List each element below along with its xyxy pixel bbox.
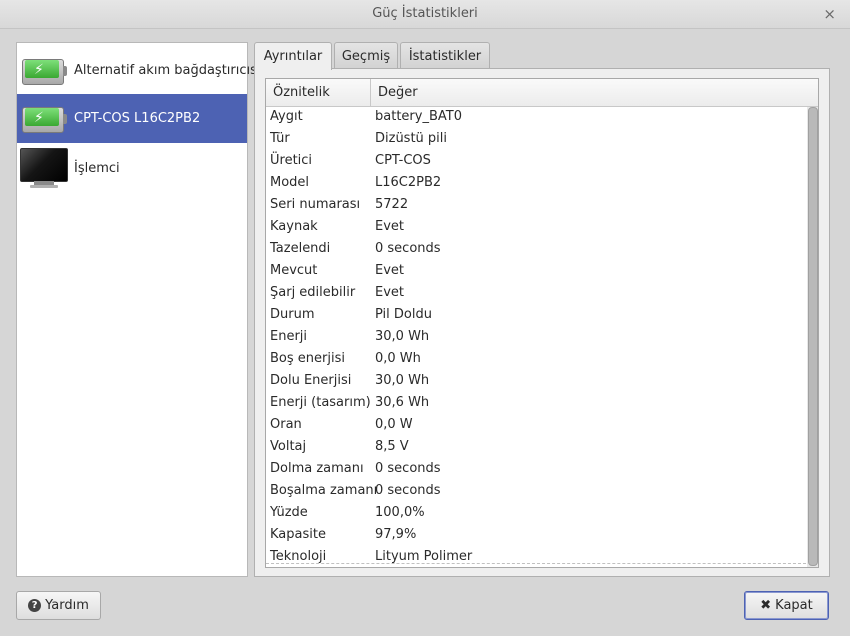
help-button[interactable]: ? Yardım [16, 591, 101, 620]
table-row[interactable]: Şarj edilebilir Evet [266, 282, 806, 304]
help-button-label: Yardım [45, 598, 89, 613]
attribute-cell: Voltaj [270, 439, 307, 454]
device-label: İşlemci [74, 161, 120, 176]
table-row[interactable]: Kaynak Evet [266, 216, 806, 238]
close-icon: ✖ [760, 598, 772, 613]
attribute-cell: Enerji (tasarım) [270, 395, 371, 410]
attribute-cell: Durum [270, 307, 315, 322]
attribute-cell: Oran [270, 417, 302, 432]
device-list: ⚡ Alternatif akım bağdaştırıcısı ⚡ CPT-C… [16, 42, 261, 577]
attribute-cell: Dolu Enerjisi [270, 373, 352, 388]
value-cell: 100,0% [375, 505, 425, 520]
value-cell: L16C2PB2 [375, 175, 442, 190]
attribute-cell: Kaynak [270, 219, 318, 234]
power-statistics-window: Güç İstatistikleri × ⚡ Alternatif akım b… [0, 0, 850, 636]
scrollbar-thumb[interactable] [808, 107, 818, 566]
attribute-cell: Enerji [270, 329, 308, 344]
attribute-cell: Yüzde [270, 505, 308, 520]
attribute-cell: Aygıt [270, 109, 303, 124]
table-row[interactable]: Tür Dizüstü pili [266, 128, 806, 150]
column-header-value[interactable]: Değer [378, 85, 418, 100]
attribute-cell: Şarj edilebilir [270, 285, 356, 300]
value-cell: Dizüstü pili [375, 131, 448, 146]
table-row[interactable]: Dolu Enerjisi 30,0 Wh [266, 370, 806, 392]
value-cell: CPT-COS [375, 153, 431, 168]
table-row[interactable]: Boş enerjisi 0,0 Wh [266, 348, 806, 370]
monitor-icon [20, 147, 68, 191]
table-header: Öznitelik Değer [266, 79, 818, 107]
attribute-cell: Tazelendi [270, 241, 331, 256]
table-row[interactable]: Voltaj 8,5 V [266, 436, 806, 458]
device-item-processor[interactable]: İşlemci [17, 144, 247, 193]
details-table: Öznitelik Değer Aygıt battery_BAT0 Tür Dizü… [265, 78, 819, 568]
table-row[interactable]: Model L16C2PB2 [266, 172, 806, 194]
value-cell: 30,6 Wh [375, 395, 430, 410]
table-row[interactable]: Mevcut Evet [266, 260, 806, 282]
table-row[interactable]: Dolma zamanı 0 seconds [266, 458, 806, 480]
attribute-cell: Mevcut [270, 263, 318, 278]
tab-details[interactable]: Ayrıntılar [254, 42, 332, 70]
value-cell: 8,5 V [375, 439, 409, 454]
attribute-cell: Boş enerjisi [270, 351, 345, 366]
table-body: Aygıt battery_BAT0 Tür Dizüstü pili Üretici C… [266, 106, 806, 567]
attribute-cell: Kapasite [270, 527, 326, 542]
table-bottom-edge [266, 563, 806, 564]
value-cell: 0 seconds [375, 241, 441, 256]
details-panel: Öznitelik Değer Aygıt battery_BAT0 Tür Dizü… [254, 68, 830, 577]
table-row[interactable]: Aygıt battery_BAT0 [266, 106, 806, 128]
value-cell: 0,0 Wh [375, 351, 421, 366]
table-row[interactable]: Durum Pil Doldu [266, 304, 806, 326]
close-button[interactable]: ✖ Kapat [744, 591, 829, 620]
attribute-cell: Teknoloji [270, 549, 327, 564]
table-row[interactable]: Tazelendi 0 seconds [266, 238, 806, 260]
table-row[interactable]: Kapasite 97,9% [266, 524, 806, 546]
tab-history[interactable]: Geçmiş [334, 42, 398, 69]
table-row[interactable]: Üretici CPT-COS [266, 150, 806, 172]
help-icon: ? [28, 599, 42, 612]
attribute-cell: Tür [270, 131, 290, 146]
close-button-label: Kapat [775, 598, 813, 613]
window-title: Güç İstatistikleri [372, 6, 478, 21]
attribute-cell: Üretici [270, 153, 313, 168]
device-item-battery[interactable]: ⚡ CPT-COS L16C2PB2 [17, 94, 247, 143]
table-row[interactable]: Enerji 30,0 Wh [266, 326, 806, 348]
value-cell: Lityum Polimer [375, 549, 473, 564]
device-item-ac-adapter[interactable]: ⚡ Alternatif akım bağdaştırıcısı [17, 46, 261, 95]
device-label: CPT-COS L16C2PB2 [74, 111, 201, 126]
value-cell: Evet [375, 263, 405, 278]
table-row[interactable]: Seri numarası 5722 [266, 194, 806, 216]
attribute-cell: Seri numarası [270, 197, 361, 212]
value-cell: 30,0 Wh [375, 373, 430, 388]
value-cell: 0 seconds [375, 483, 441, 498]
tab-statistics[interactable]: İstatistikler [400, 42, 490, 69]
value-cell: Evet [375, 285, 405, 300]
table-row[interactable]: Boşalma zamanı 0 seconds [266, 480, 806, 502]
battery-icon: ⚡ [22, 57, 68, 85]
close-icon[interactable]: × [823, 5, 836, 23]
value-cell: Evet [375, 219, 405, 234]
attribute-cell: Boşalma zamanı [270, 483, 378, 498]
value-cell: 5722 [375, 197, 409, 212]
title-bar: Güç İstatistikleri × [0, 0, 850, 29]
value-cell: 30,0 Wh [375, 329, 430, 344]
attribute-cell: Model [270, 175, 310, 190]
table-row[interactable]: Oran 0,0 W [266, 414, 806, 436]
value-cell: 0 seconds [375, 461, 441, 476]
value-cell: 0,0 W [375, 417, 413, 432]
value-cell: Pil Doldu [375, 307, 432, 322]
column-header-attribute[interactable]: Öznitelik [273, 85, 330, 100]
table-row[interactable]: Yüzde 100,0% [266, 502, 806, 524]
device-label: Alternatif akım bağdaştırıcısı [74, 63, 261, 78]
table-row[interactable]: Enerji (tasarım) 30,6 Wh [266, 392, 806, 414]
battery-icon: ⚡ [22, 105, 68, 133]
table-row[interactable]: Teknoloji Lityum Polimer [266, 546, 806, 567]
attribute-cell: Dolma zamanı [270, 461, 364, 476]
value-cell: 97,9% [375, 527, 417, 542]
value-cell: battery_BAT0 [375, 109, 462, 124]
vertical-scrollbar[interactable] [807, 107, 818, 567]
